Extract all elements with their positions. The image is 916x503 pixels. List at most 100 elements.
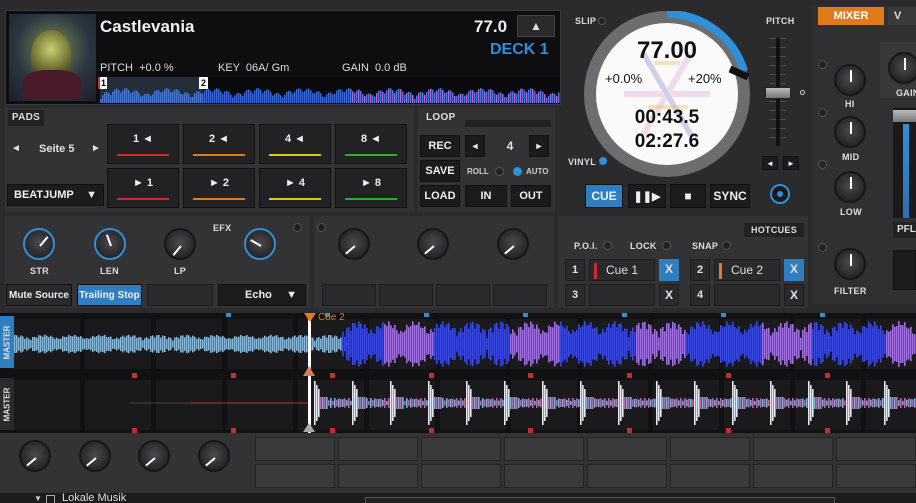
efx-len-knob[interactable] bbox=[94, 228, 126, 260]
pads-mode-dropdown[interactable]: BEATJUMP ▼ bbox=[7, 184, 104, 206]
loop-size-down[interactable]: ◄ bbox=[465, 135, 485, 157]
hotcue-slot-3[interactable] bbox=[589, 284, 655, 306]
sampler-led[interactable] bbox=[317, 223, 326, 232]
sampler-slot-4[interactable] bbox=[493, 284, 547, 306]
crossfader-slot[interactable] bbox=[893, 250, 916, 290]
deck2-slot[interactable] bbox=[836, 464, 916, 488]
deck2-knob-3[interactable] bbox=[138, 440, 170, 472]
efx-str-knob[interactable] bbox=[23, 228, 55, 260]
sampler-knob-2[interactable] bbox=[417, 228, 449, 260]
channel-fader-handle[interactable] bbox=[893, 110, 916, 122]
sampler-knob-1[interactable] bbox=[338, 228, 370, 260]
key-lock-icon[interactable] bbox=[770, 184, 790, 204]
browser-folder-name[interactable]: Lokale Musik bbox=[62, 493, 126, 503]
pitch-slider-handle[interactable] bbox=[765, 87, 791, 99]
sampler-slot-3[interactable] bbox=[436, 284, 490, 306]
efx-led[interactable] bbox=[293, 223, 302, 232]
eject-button[interactable]: ▲ bbox=[517, 15, 555, 37]
folder-checkbox[interactable] bbox=[46, 495, 55, 503]
browser-search-box[interactable] bbox=[365, 497, 835, 503]
deck2-slot[interactable] bbox=[753, 437, 833, 461]
deck2-slot[interactable] bbox=[670, 437, 750, 461]
mixer-tab[interactable]: MIXER bbox=[818, 7, 884, 25]
hotcue-slot-2[interactable]: Cue 2 bbox=[714, 259, 780, 281]
loop-load-button[interactable]: LOAD bbox=[420, 185, 460, 207]
deck2-knob-4[interactable] bbox=[198, 440, 230, 472]
pad-3[interactable]: 2 ◄ bbox=[183, 124, 255, 164]
efx-lp-knob[interactable] bbox=[164, 228, 196, 260]
master-tab-2[interactable]: MASTER bbox=[0, 378, 14, 430]
hotcue-slot-1[interactable]: Cue 1 bbox=[589, 259, 655, 281]
vinyl-led[interactable] bbox=[599, 157, 607, 165]
waveform-bottom-bar bbox=[532, 398, 534, 408]
pfl-button[interactable]: PFL bbox=[893, 222, 916, 238]
deck2-slot[interactable] bbox=[338, 437, 418, 461]
deck2-slot[interactable] bbox=[670, 464, 750, 488]
deck2-slot[interactable] bbox=[421, 464, 501, 488]
hotcue-delete-button-4[interactable]: X bbox=[784, 284, 804, 306]
deck2-slot[interactable] bbox=[836, 437, 916, 461]
deck2-slot[interactable] bbox=[255, 464, 335, 488]
master-tab-1[interactable]: MASTER bbox=[0, 316, 14, 368]
deck2-slot[interactable] bbox=[338, 464, 418, 488]
sampler-slot-2[interactable] bbox=[379, 284, 433, 306]
cue-marker-1[interactable]: 1 bbox=[98, 77, 107, 89]
loop-save-button[interactable]: SAVE bbox=[420, 160, 460, 182]
pitch-up-button[interactable]: ► bbox=[783, 156, 799, 170]
deck2-knob-2[interactable] bbox=[79, 440, 111, 472]
mid-knob[interactable] bbox=[834, 116, 866, 148]
lock-led[interactable] bbox=[662, 241, 671, 250]
deck2-slot[interactable] bbox=[504, 464, 584, 488]
deck2-slot[interactable] bbox=[504, 437, 584, 461]
deck2-slot[interactable] bbox=[753, 464, 833, 488]
loop-rec-button[interactable]: REC bbox=[420, 135, 460, 157]
pads-page-prev[interactable]: ◄ bbox=[11, 143, 21, 154]
hotcue-delete-button-2[interactable]: X bbox=[784, 259, 804, 281]
loop-in-button[interactable]: IN bbox=[465, 185, 507, 207]
pad-2[interactable]: ► 1 bbox=[107, 168, 179, 208]
gain-knob[interactable] bbox=[888, 52, 916, 84]
loop-size-up[interactable]: ► bbox=[529, 135, 549, 157]
efx-main-knob[interactable] bbox=[244, 228, 276, 260]
deck2-slot[interactable] bbox=[587, 464, 667, 488]
filter-knob[interactable] bbox=[834, 248, 866, 280]
stop-button[interactable]: ■ bbox=[670, 184, 706, 208]
hi-knob[interactable] bbox=[834, 64, 866, 96]
auto-led[interactable] bbox=[513, 167, 522, 176]
play-pause-button[interactable]: ❚❚▶ bbox=[628, 184, 666, 208]
hotcue-slot-4[interactable] bbox=[714, 284, 780, 306]
deck2-slot[interactable] bbox=[255, 437, 335, 461]
deck2-slot[interactable] bbox=[587, 437, 667, 461]
pad-6[interactable]: ► 4 bbox=[259, 168, 331, 208]
sync-button[interactable]: SYNC bbox=[710, 184, 750, 208]
hotcue-delete-button-1[interactable]: X bbox=[659, 259, 679, 281]
snap-led[interactable] bbox=[722, 241, 731, 250]
pad-4[interactable]: ► 2 bbox=[183, 168, 255, 208]
jog-wheel[interactable]: 77.00 +0.0% +20% 00:43.5 02:27.6 bbox=[584, 11, 750, 177]
hotcue-delete-button-3[interactable]: X bbox=[659, 284, 679, 306]
loop-out-button[interactable]: OUT bbox=[511, 185, 551, 207]
cue-marker-2[interactable]: 2 bbox=[199, 77, 208, 89]
roll-led[interactable] bbox=[495, 167, 504, 176]
cue-button[interactable]: CUE bbox=[585, 184, 623, 208]
sampler-knob-3[interactable] bbox=[497, 228, 529, 260]
sampler-slot-1[interactable] bbox=[322, 284, 376, 306]
pitch-down-button[interactable]: ◄ bbox=[762, 156, 778, 170]
folder-expand-icon[interactable]: ▼ bbox=[34, 494, 42, 503]
deck2-slot[interactable] bbox=[421, 437, 501, 461]
pad-8[interactable]: ► 8 bbox=[335, 168, 407, 208]
pad-1[interactable]: 1 ◄ bbox=[107, 124, 179, 164]
pad-7[interactable]: 8 ◄ bbox=[335, 124, 407, 164]
mute-source-button[interactable]: Mute Source bbox=[6, 284, 72, 306]
efx-empty-slot[interactable] bbox=[147, 284, 213, 306]
mixer-tab-v[interactable]: V bbox=[888, 7, 916, 25]
trailing-stop-button[interactable]: Trailing Stop bbox=[77, 284, 142, 306]
waveform-area[interactable] bbox=[0, 313, 916, 433]
low-knob[interactable] bbox=[834, 171, 866, 203]
pad-5[interactable]: 4 ◄ bbox=[259, 124, 331, 164]
mini-waveform[interactable] bbox=[100, 77, 560, 103]
pads-page-next[interactable]: ► bbox=[91, 143, 101, 154]
effect-select[interactable]: Echo ▼ bbox=[218, 284, 306, 306]
deck2-knob-1[interactable] bbox=[19, 440, 51, 472]
poi-led[interactable] bbox=[603, 241, 612, 250]
